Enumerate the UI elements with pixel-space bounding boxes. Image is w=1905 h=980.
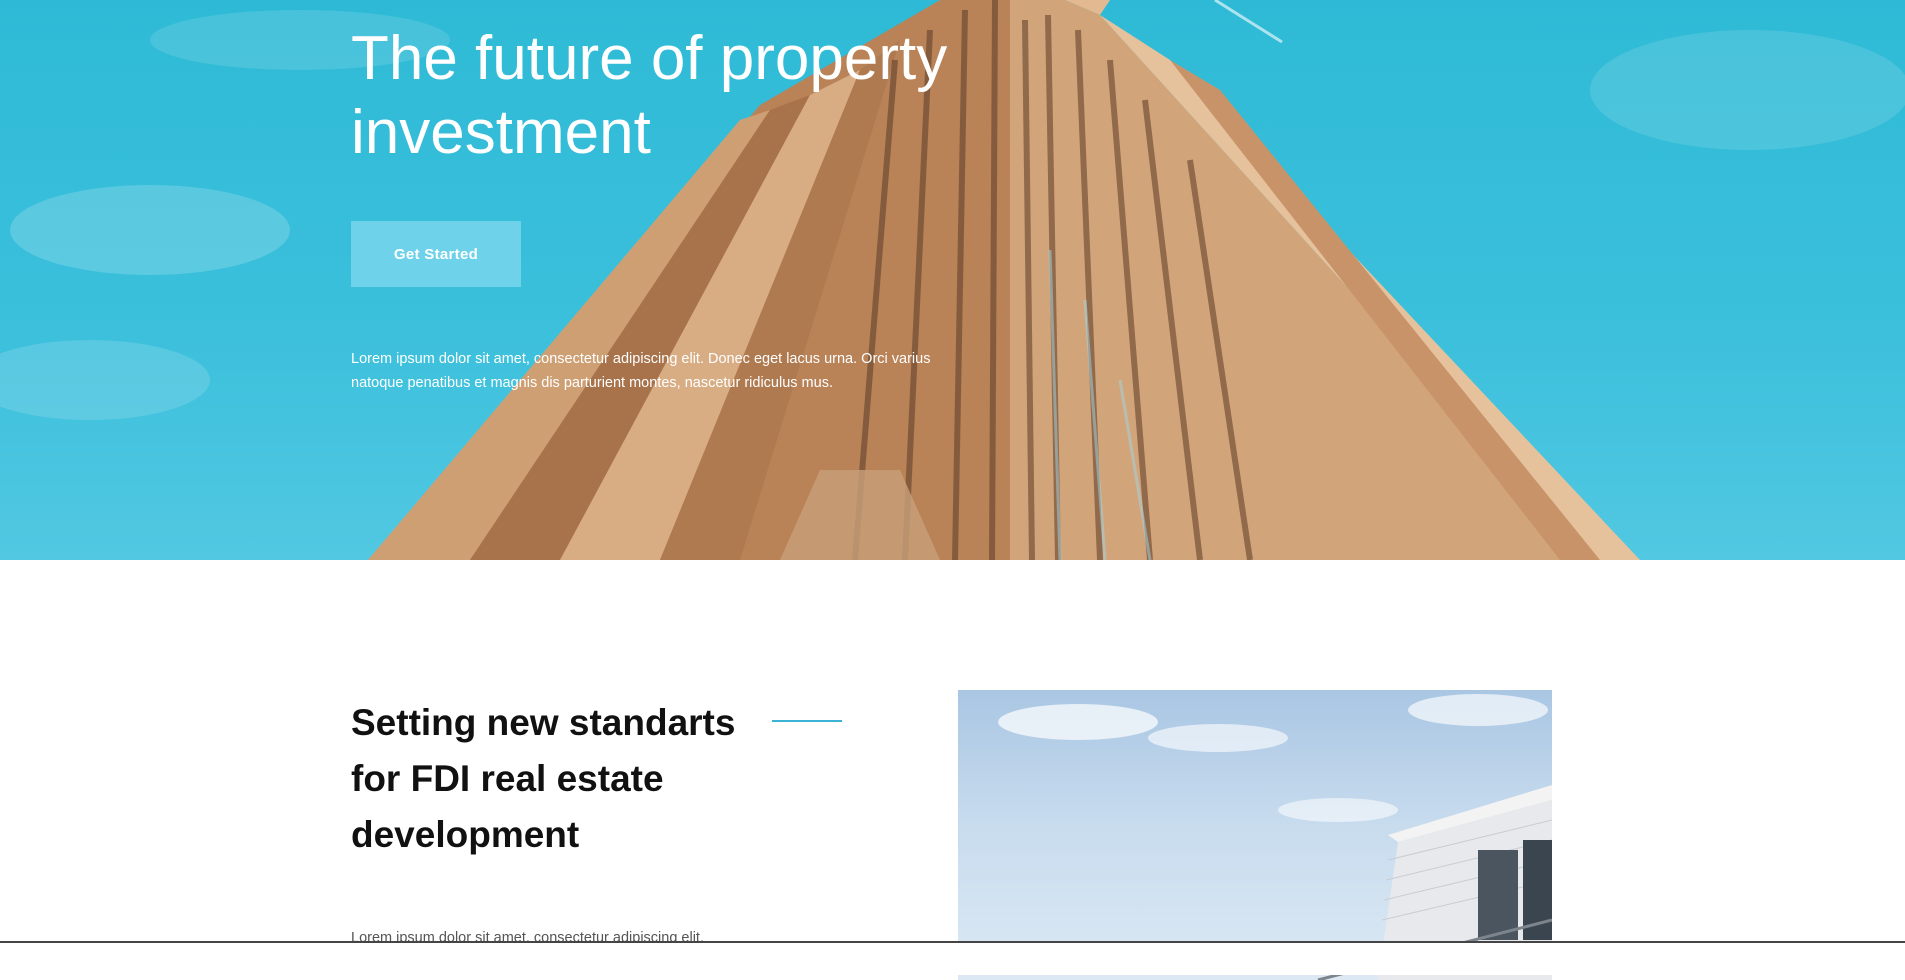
modern-house-image: [998, 694, 1552, 980]
section-title: Setting new standarts for FDI real estat…: [351, 702, 736, 855]
below-fold-area: [0, 943, 1905, 975]
hero-section: The future of property investment Get St…: [0, 0, 1905, 560]
house-photo: [958, 690, 1552, 980]
get-started-button[interactable]: Get Started: [351, 221, 521, 287]
hero-title: The future of property investment: [351, 24, 948, 167]
accent-divider: [772, 720, 842, 722]
standards-section: Setting new standarts for FDI real estat…: [0, 560, 1905, 980]
hero-description: Lorem ipsum dolor sit amet, consectetur …: [351, 351, 931, 391]
